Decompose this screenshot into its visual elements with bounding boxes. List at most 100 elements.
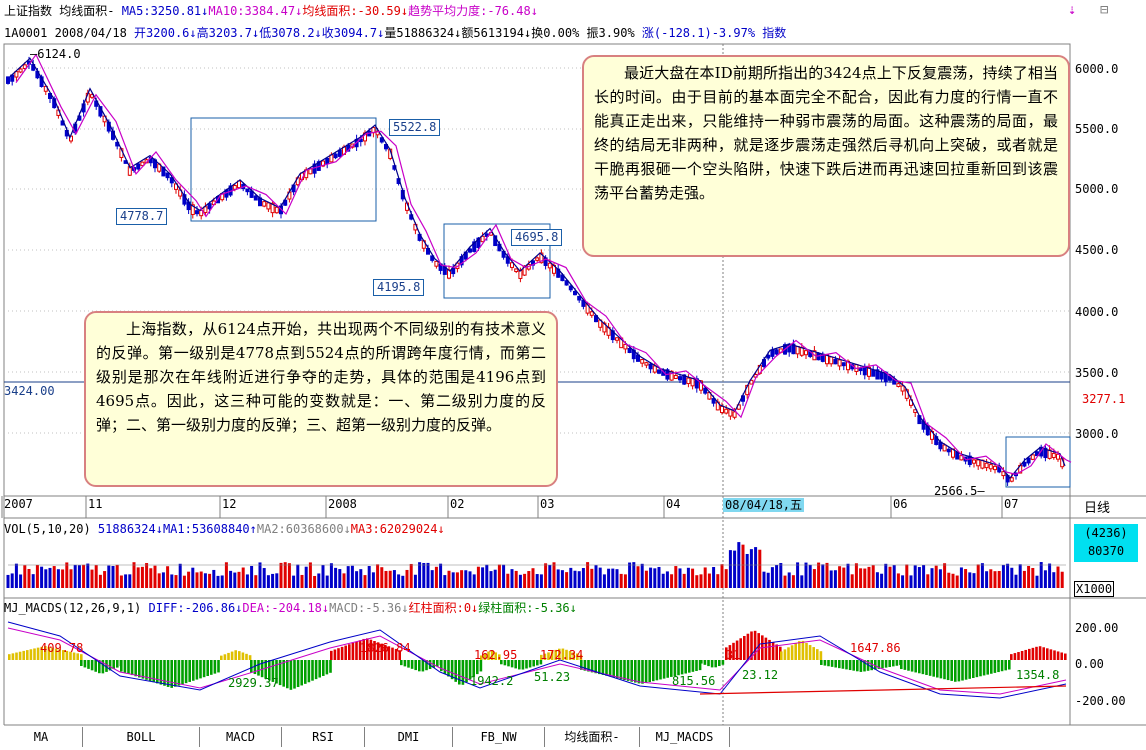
volume-bar (208, 573, 212, 588)
macd-header: MJ_MACDS(12,26,9,1) DIFF:-206.86↓DEA:-20… (4, 600, 577, 616)
volume-bar (800, 575, 804, 588)
macd-bar (355, 641, 358, 660)
volume-bar (716, 574, 720, 588)
macd-bar (159, 660, 163, 685)
macd-bar (964, 660, 968, 680)
volume-bar (1018, 564, 1022, 588)
macd-field-5: 绿柱面积:-5.36↓ (478, 601, 577, 615)
macd-bar (820, 660, 823, 665)
macd-value-label: 51.23 (534, 670, 571, 684)
volume-bar (959, 567, 963, 588)
volume-bar (598, 567, 602, 588)
volume-bar (791, 575, 795, 588)
volume-bar (1056, 566, 1060, 588)
tab-3[interactable]: RSI (282, 727, 365, 747)
volume-bar (565, 572, 569, 588)
macd-bar (666, 660, 669, 678)
macd-bar (834, 660, 837, 668)
volume-field-0: VOL(5,10,20) (4, 522, 98, 536)
macd-bar (601, 660, 605, 675)
volume-bar (376, 564, 380, 588)
macd-bar (612, 660, 615, 678)
tab-1[interactable]: BOLL (83, 727, 200, 747)
macd-bar (680, 660, 684, 675)
volume-bar (1027, 565, 1031, 588)
volume-bar (321, 565, 325, 588)
macd-bar (1008, 660, 1011, 670)
macd-bar (241, 652, 245, 660)
tab-0[interactable]: MA (0, 727, 83, 747)
volume-field-1: 51886324↓ (97, 522, 163, 536)
volume-bar (993, 571, 997, 588)
macd-bar (691, 660, 695, 672)
macd-bar (223, 654, 227, 660)
macd-bar (307, 660, 311, 683)
candle-body (615, 337, 619, 341)
macd-bar (141, 660, 145, 679)
volume-bar (695, 575, 699, 588)
tab-6[interactable]: 均线面积- (545, 727, 640, 747)
macd-bar (780, 651, 783, 660)
macd-bar (990, 660, 993, 674)
volume-bar (497, 564, 501, 588)
reference-line-label: 3424.00 (4, 384, 55, 398)
macd-bar (623, 660, 626, 681)
macd-bar (1020, 650, 1024, 660)
tab-2[interactable]: MACD (200, 727, 282, 747)
volume-bar (989, 569, 993, 588)
candle-body (627, 348, 632, 354)
macd-bar (753, 630, 757, 660)
macd-bar (410, 660, 414, 669)
candle-body (274, 206, 279, 214)
volume-bar (275, 573, 279, 588)
volume-bar (1039, 562, 1043, 588)
macd-bar (910, 660, 914, 672)
macd-bar (968, 660, 971, 679)
volume-count: (4236) (1084, 526, 1128, 540)
volume-bar (619, 573, 623, 588)
volume-bar (182, 575, 186, 588)
macd-bar (993, 660, 997, 673)
candle-body (871, 369, 876, 377)
macd-red-line (699, 685, 1067, 695)
candle-body (623, 343, 628, 350)
volume-bar (586, 562, 590, 588)
macd-bar (230, 651, 234, 660)
tab-5[interactable]: FB_NW (453, 727, 545, 747)
macd-bar (257, 660, 260, 676)
macd-bar (783, 649, 787, 660)
period-label[interactable]: 日线 (1084, 497, 1110, 516)
volume-bar (758, 549, 762, 588)
volume-bar (720, 564, 724, 588)
date-tick: 06 (893, 497, 908, 511)
volume-bar (699, 574, 703, 588)
macd-bar (830, 660, 834, 667)
macd-bar (304, 660, 307, 684)
volume-bar (829, 570, 833, 588)
macd-bar (220, 655, 223, 660)
macd-bar (192, 660, 195, 681)
volume-header: VOL(5,10,20) 51886324↓MA1:53608840↑MA2:6… (4, 521, 445, 537)
candle-body (514, 268, 519, 272)
macd-bar (94, 660, 97, 672)
volume-bar (985, 571, 989, 588)
volume-bar (766, 572, 770, 588)
macd-bar (300, 660, 303, 686)
tab-7[interactable]: MJ_MACDS (640, 727, 730, 747)
volume-bar (796, 562, 800, 588)
volume-bar (262, 568, 266, 588)
volume-bar (111, 565, 115, 588)
macd-bar (250, 660, 253, 673)
macd-bar (1038, 646, 1042, 660)
volume-bar (69, 569, 73, 588)
volume-bar (371, 572, 375, 588)
macd-bar (282, 660, 285, 687)
tab-4[interactable]: DMI (365, 727, 453, 747)
price-tick: 6000.0 (1075, 62, 1119, 76)
volume-bar (245, 574, 249, 588)
macd-bar (33, 648, 36, 660)
volume-bar (825, 562, 829, 588)
macd-bar (972, 660, 975, 678)
macd-bar (120, 660, 123, 672)
volume-bar (212, 569, 216, 588)
